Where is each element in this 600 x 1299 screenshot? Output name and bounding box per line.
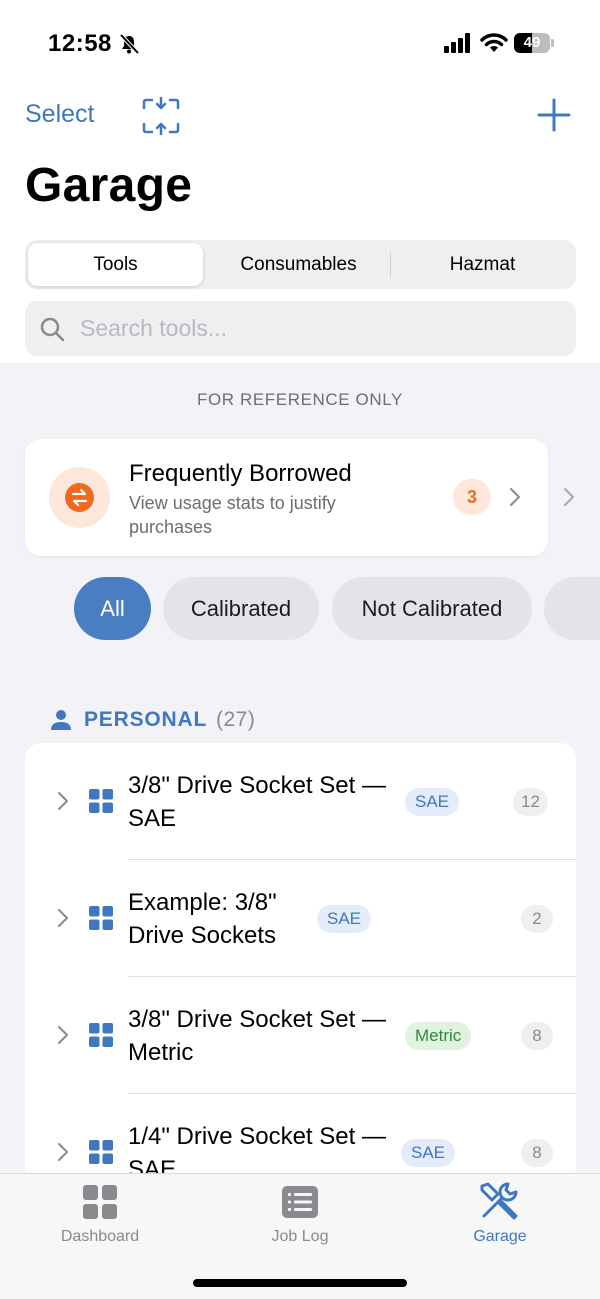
signal-icon: [444, 33, 470, 53]
chevron-right-icon: [510, 488, 520, 506]
item-title: 3/8" Drive Socket Set — SAE: [128, 772, 386, 832]
bell-muted-icon: [119, 33, 140, 55]
tab-label: Job Log: [271, 1228, 329, 1245]
tab-label: Dashboard: [60, 1228, 140, 1245]
filter-chip-overflow[interactable]: [544, 577, 600, 640]
battery-indicator: 49: [514, 33, 554, 53]
page-title: Garage: [25, 159, 193, 212]
carousel-next-chevron-icon[interactable]: [563, 487, 575, 507]
tab-job-log[interactable]: Job Log: [200, 1174, 400, 1264]
list-item[interactable]: 3/8" Drive Socket Set — SAE SAE 12: [25, 743, 576, 860]
filter-chip-all[interactable]: All: [74, 577, 151, 640]
select-button[interactable]: Select: [25, 100, 94, 129]
segmented-control: Tools Consumables Hazmat: [25, 240, 576, 289]
filter-chip-calibrated[interactable]: Calibrated: [163, 577, 319, 640]
tools-list: 3/8" Drive Socket Set — SAE SAE 12 Examp…: [25, 743, 576, 1183]
feature-title: Frequently Borrowed: [129, 460, 352, 487]
tab-dashboard[interactable]: Dashboard: [0, 1174, 200, 1264]
reference-note: FOR REFERENCE ONLY: [196, 390, 403, 409]
segment-hazmat[interactable]: Hazmat: [391, 243, 574, 286]
tab-garage[interactable]: Garage: [400, 1174, 600, 1264]
search-icon: [40, 317, 65, 342]
scan-frame-icon[interactable]: [140, 96, 182, 136]
item-tag: SAE: [405, 788, 460, 816]
filter-chip-not-calibrated[interactable]: Not Calibrated: [332, 577, 532, 640]
item-count: 2: [521, 905, 553, 933]
feature-icon-circle: [49, 467, 110, 528]
item-title: 3/8" Drive Socket Set — Metric: [128, 1006, 386, 1066]
grid-icon: [89, 906, 113, 930]
chevron-right-icon[interactable]: [57, 1142, 69, 1162]
item-count: 8: [521, 1139, 553, 1167]
list-item[interactable]: 1/4" Drive Socket Set — SAE SAE 8: [25, 1094, 576, 1183]
swap-arrows-icon: [65, 483, 94, 512]
grid-icon: [89, 1140, 113, 1164]
chevron-right-icon[interactable]: [57, 908, 69, 928]
search-input[interactable]: [80, 301, 560, 356]
item-tag: Metric: [405, 1022, 472, 1050]
tab-label: Garage: [473, 1228, 527, 1245]
item-tag: SAE: [401, 1139, 456, 1167]
feature-subtitle: View usage stats to justify purchases: [129, 493, 336, 537]
home-indicator[interactable]: [193, 1279, 407, 1287]
grid-icon: [83, 1185, 117, 1219]
status-time: 12:58: [48, 30, 112, 57]
section-label: PERSONAL: [84, 708, 208, 731]
list-icon: [282, 1186, 318, 1218]
feature-count-badge: 3: [453, 479, 491, 515]
item-title: Example: 3/8" Drive Sockets: [128, 889, 277, 949]
segment-consumables[interactable]: Consumables: [207, 243, 390, 286]
tools-icon: [480, 1182, 518, 1220]
list-item[interactable]: 3/8" Drive Socket Set — Metric Metric 8: [25, 977, 576, 1094]
search-bar: [25, 301, 576, 356]
item-count: 8: [521, 1022, 553, 1050]
segment-tools[interactable]: Tools: [28, 243, 203, 286]
chevron-right-icon[interactable]: [57, 791, 69, 811]
list-item[interactable]: Example: 3/8" Drive Sockets SAE 2: [25, 860, 576, 977]
chevron-right-icon[interactable]: [57, 1025, 69, 1045]
item-tag: SAE: [317, 905, 372, 933]
frequently-borrowed-card[interactable]: Frequently Borrowed View usage stats to …: [25, 439, 548, 556]
plus-icon[interactable]: [536, 97, 572, 133]
grid-icon: [89, 1023, 113, 1047]
grid-icon: [89, 789, 113, 813]
section-count: (27): [216, 708, 256, 731]
person-icon: [51, 710, 71, 730]
item-count: 12: [513, 788, 548, 816]
wifi-icon: [480, 33, 508, 52]
